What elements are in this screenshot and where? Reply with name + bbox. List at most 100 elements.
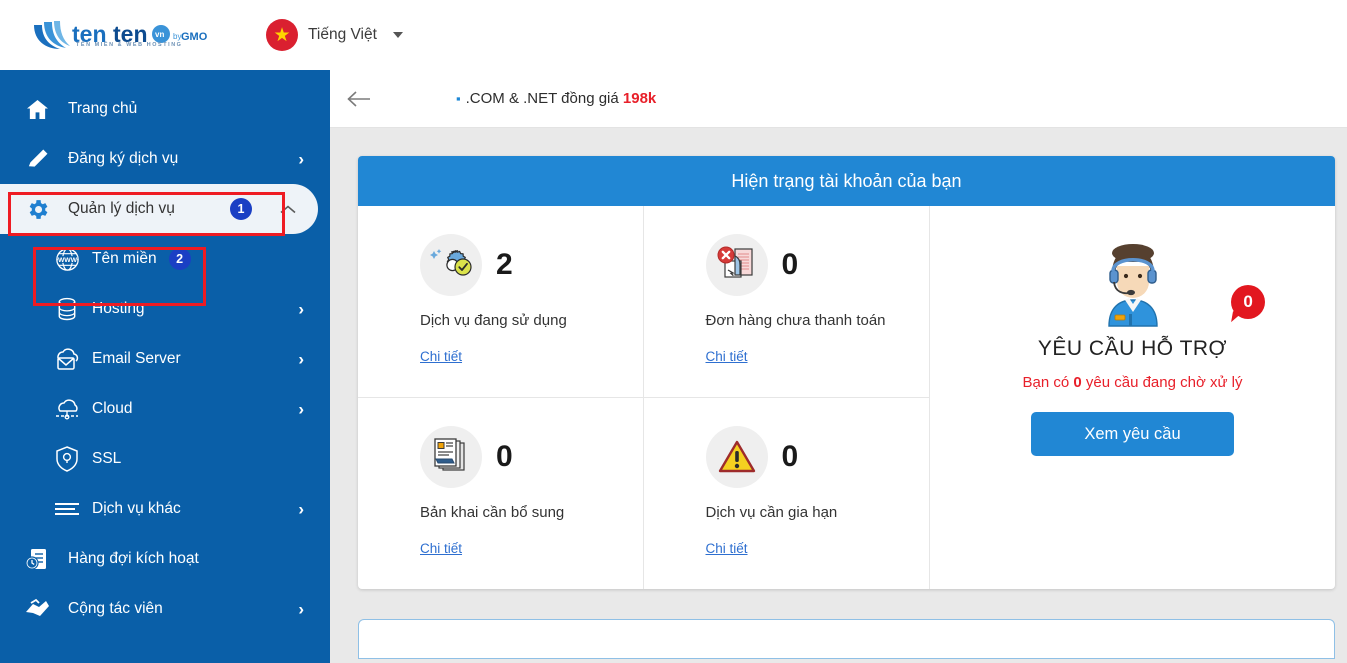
stat-label: Bản khai cần bổ sung <box>420 503 565 521</box>
chevron-down-icon[interactable] <box>392 32 403 38</box>
shield-lock-icon <box>52 444 82 474</box>
logo-tagline: TÊN MIỀN & WEB HOSTING <box>76 42 183 48</box>
support-title: YÊU CẦU HỖ TRỢ <box>1037 337 1228 360</box>
globe-www-icon: WWW <box>52 244 82 274</box>
sidebar-label: Dịch vụ khác <box>92 500 181 517</box>
account-card-body: 2 Dịch vụ đang sử dụng Chi tiết 0 Đơn hà… <box>358 206 1335 589</box>
database-icon <box>52 294 82 324</box>
stat-cell-dich-vu-can-gia-han: 0 Dịch vụ cần gia hạn Chi tiết <box>644 398 930 590</box>
language-selector[interactable]: ★ Tiếng Việt <box>266 19 403 51</box>
stat-detail-link[interactable]: Chi tiết <box>420 541 462 556</box>
top-bar: ten ten vn by GMO TÊN MIỀN & WEB HOSTING… <box>0 0 1347 70</box>
svg-text:WWW: WWW <box>57 256 77 263</box>
sidebar-item-ssl[interactable]: SSL <box>0 434 330 484</box>
stat-label: Đơn hàng chưa thanh toán <box>705 312 886 329</box>
main-content: ▪ .COM & .NET đồng giá 198k Hiện trạng tà… <box>330 70 1347 663</box>
sidebar-item-hosting[interactable]: Hosting › <box>0 284 330 334</box>
documents-icon <box>420 425 482 488</box>
promo-label: .COM & .NET đồng giá <box>465 90 623 107</box>
sidebar-item-hang-doi-kich-hoat[interactable]: Hàng đợi kích hoạt <box>0 534 330 584</box>
handshake-icon <box>20 594 54 624</box>
stat-cell-dich-vu-dang-su-dung: 2 Dịch vụ đang sử dụng Chi tiết <box>358 206 644 398</box>
sidebar-item-email-server[interactable]: Email Server › <box>0 334 330 384</box>
chevron-right-icon[interactable]: › <box>298 301 304 318</box>
sidebar-label: Trang chủ <box>68 100 138 117</box>
stat-top-row: 0 <box>705 425 930 488</box>
cloud-icon <box>52 394 82 424</box>
account-card-title: Hiện trạng tài khoản của bạn <box>358 156 1335 206</box>
sidebar-item-cong-tac-vien[interactable]: Cộng tác viên › <box>0 584 330 634</box>
stat-top-row: 0 <box>705 234 930 296</box>
sidebar-label: Hàng đợi kích hoạt <box>68 550 199 567</box>
promo-price: 198k <box>622 90 657 107</box>
sidebar-label: Tên miền <box>92 250 157 267</box>
chevron-right-icon[interactable]: › <box>298 501 304 518</box>
sidebar-label: Hosting <box>92 300 145 317</box>
support-subtext: Bạn có 0 yêu cầu đang chờ xử lý <box>1022 374 1242 391</box>
gear-icon <box>20 194 54 224</box>
sidebar-label: SSL <box>92 450 122 467</box>
tenten-logo-icon: ten ten vn by GMO <box>34 21 208 49</box>
sidebar: Trang chủ Đăng ký dịch vụ › Quản lý dịch… <box>0 70 330 663</box>
sidebar-label: Quản lý dịch vụ <box>68 200 175 217</box>
chevron-right-icon[interactable]: › <box>298 401 304 418</box>
home-icon <box>20 94 54 124</box>
support-sub-count: 0 <box>1073 374 1082 391</box>
stat-value: 0 <box>781 248 799 281</box>
stats-grid: 2 Dịch vụ đang sử dụng Chi tiết 0 Đơn hà… <box>358 206 929 589</box>
stat-value: 2 <box>496 248 513 281</box>
vietnam-flag-icon: ★ <box>266 19 298 51</box>
invoice-error-icon <box>705 234 768 296</box>
sidebar-item-dang-ky-dich-vu[interactable]: Đăng ký dịch vụ › <box>0 134 330 184</box>
promo-bullet-icon: ▪ <box>456 91 461 106</box>
promo-text[interactable]: ▪ .COM & .NET đồng giá 198k <box>456 90 656 107</box>
stat-value: 0 <box>496 439 513 473</box>
page-root: ten ten vn by GMO TÊN MIỀN & WEB HOSTING… <box>0 0 1347 663</box>
chevron-up-icon[interactable] <box>280 201 296 218</box>
stat-value: 0 <box>781 439 799 473</box>
queue-clock-icon <box>20 544 54 574</box>
svg-text:GMO: GMO <box>181 31 208 43</box>
support-sub-suffix: yêu cầu đang chờ xử lý <box>1081 374 1243 391</box>
view-requests-button[interactable]: Xem yêu cầu <box>1031 412 1234 456</box>
svg-text:vn: vn <box>155 30 164 39</box>
support-count-badge: 0 <box>1231 285 1266 319</box>
stat-detail-link[interactable]: Chi tiết <box>706 349 748 364</box>
stat-detail-link[interactable]: Chi tiết <box>706 541 748 556</box>
sidebar-item-ten-mien[interactable]: WWW Tên miền 2 <box>0 234 330 284</box>
back-arrow-icon[interactable] <box>342 82 376 116</box>
stat-label: Dịch vụ đang sử dụng <box>420 312 567 329</box>
stat-top-row: 2 <box>420 234 643 296</box>
sidebar-item-trang-chu[interactable]: Trang chủ <box>0 84 330 134</box>
sidebar-item-quan-ly-dich-vu[interactable]: Quản lý dịch vụ 1 <box>0 184 318 234</box>
brand-logo[interactable]: ten ten vn by GMO TÊN MIỀN & WEB HOSTING <box>28 15 208 55</box>
chevron-right-icon[interactable]: › <box>298 151 304 168</box>
mail-cloud-icon <box>52 344 82 374</box>
stat-label: Dịch vụ cần gia hạn <box>705 503 838 521</box>
content-scroll-area: Hiện trạng tài khoản của bạn 2 Dịch vụ đ… <box>330 128 1347 663</box>
support-sub-prefix: Bạn có <box>1022 374 1074 391</box>
chevron-right-icon[interactable]: › <box>298 351 304 368</box>
promo-bar: ▪ .COM & .NET đồng giá 198k <box>330 70 1347 128</box>
chevron-right-icon[interactable]: › <box>298 601 304 618</box>
next-card-partial <box>358 619 1335 659</box>
support-request-pane: YÊU CẦU HỖ TRỢ 0 Bạn có 0 yêu cầu đang c… <box>929 206 1335 589</box>
warning-triangle-icon <box>705 425 768 488</box>
pencil-icon <box>20 144 54 174</box>
sidebar-item-cloud[interactable]: Cloud › <box>0 384 330 434</box>
gear-check-icon <box>420 234 482 296</box>
language-label: Tiếng Việt <box>308 26 377 43</box>
sidebar-label: Đăng ký dịch vụ <box>68 150 179 167</box>
sidebar-label: Cloud <box>92 400 133 417</box>
stat-top-row: 0 <box>420 425 643 488</box>
account-status-card: Hiện trạng tài khoản của bạn 2 Dịch vụ đ… <box>358 156 1335 589</box>
stat-detail-link[interactable]: Chi tiết <box>420 349 462 364</box>
list-lines-icon <box>52 494 82 524</box>
support-agent-icon <box>1085 240 1181 333</box>
sidebar-label: Cộng tác viên <box>68 600 163 617</box>
sidebar-badge-count: 2 <box>168 248 191 270</box>
stat-cell-ban-khai-can-bo-sung: 0 Bản khai cần bổ sung Chi tiết <box>358 397 644 589</box>
sidebar-item-dich-vu-khac[interactable]: Dịch vụ khác › <box>0 484 330 534</box>
sidebar-badge-count: 1 <box>230 198 252 220</box>
sidebar-label: Email Server <box>92 350 181 367</box>
